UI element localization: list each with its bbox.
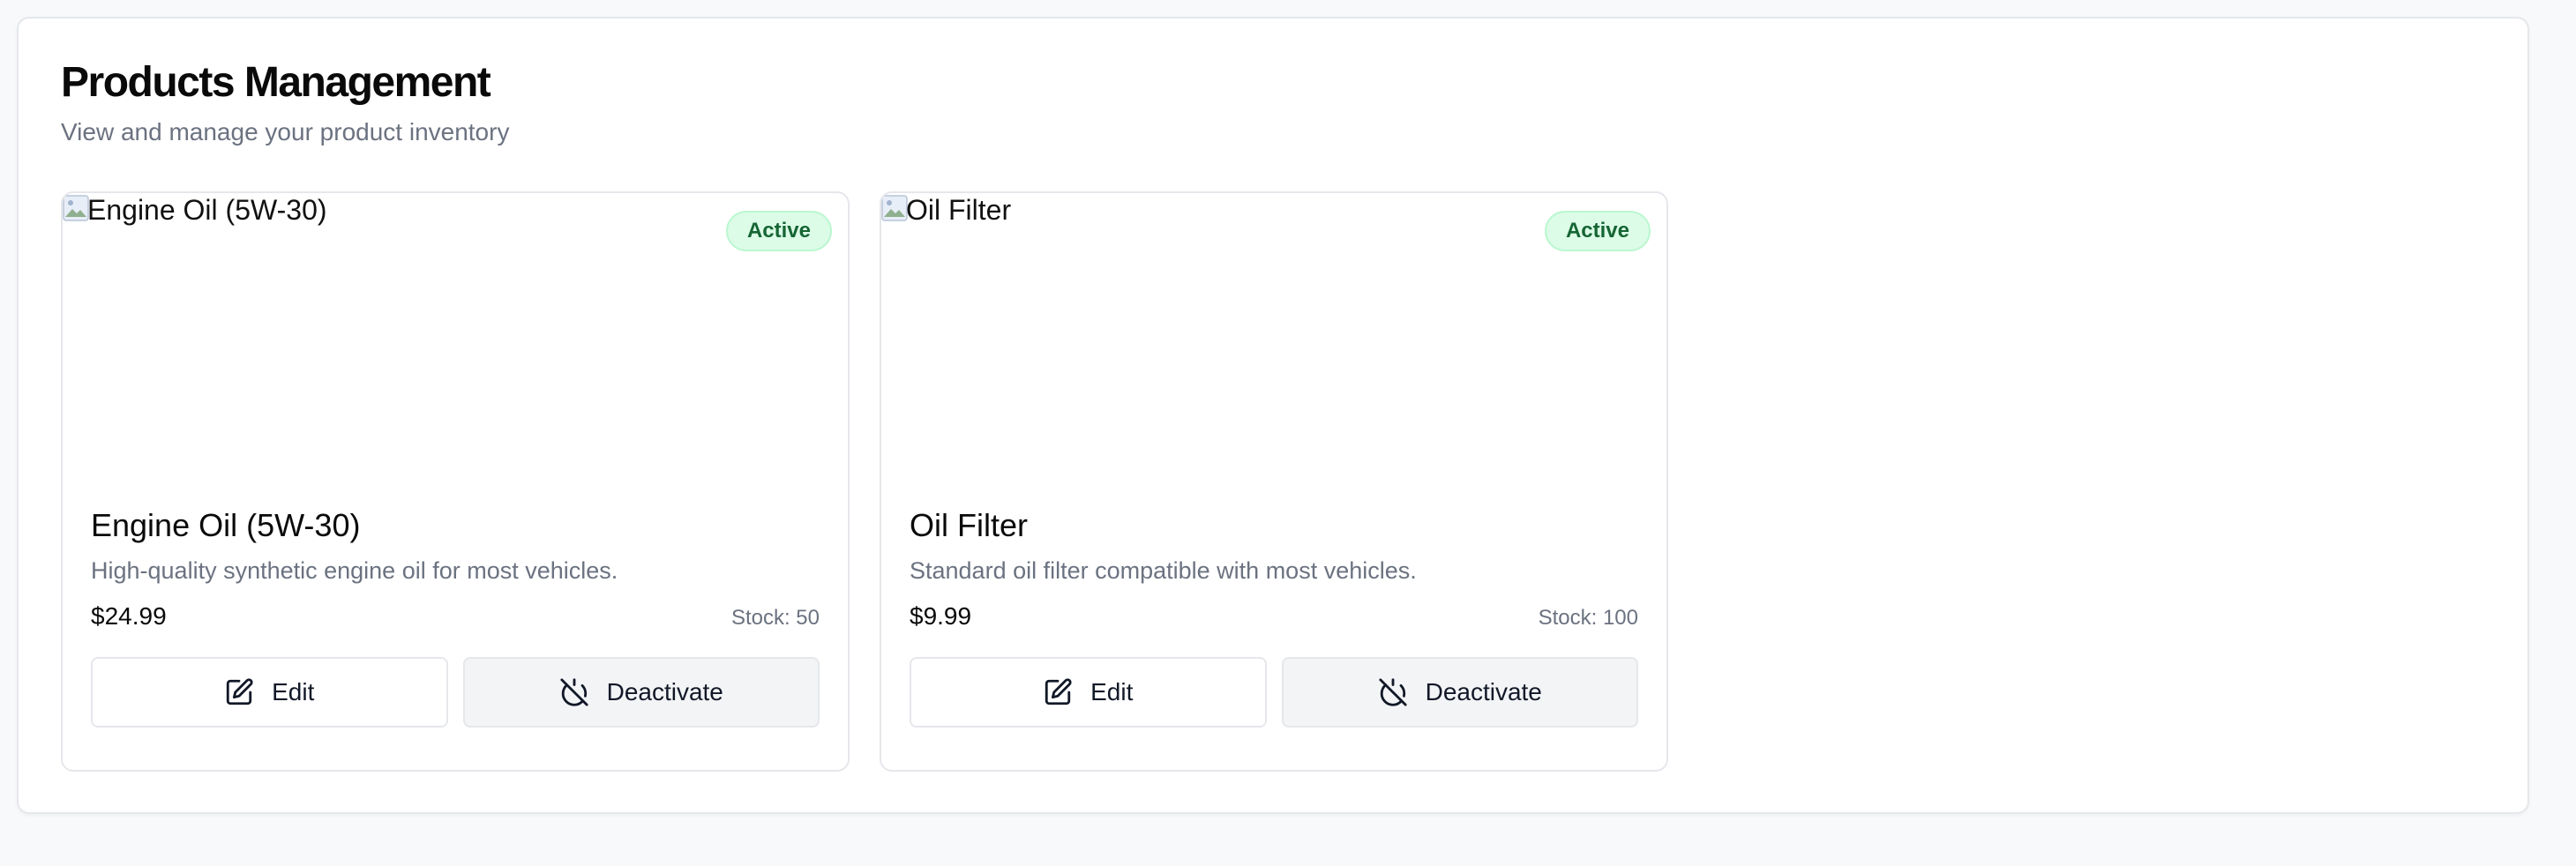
page-subtitle: View and manage your product inventory bbox=[61, 118, 510, 146]
broken-image-placeholder: Engine Oil (5W-30) bbox=[63, 193, 327, 227]
product-actions: Edit Deactivate bbox=[910, 656, 1638, 728]
product-stock: Stock: 100 bbox=[1538, 605, 1638, 630]
product-meta-row: $24.99 Stock: 50 bbox=[91, 602, 820, 631]
product-card: Engine Oil (5W-30) Active Engine Oil (5W… bbox=[61, 191, 850, 772]
product-description: Standard oil filter compatible with most… bbox=[910, 556, 1417, 584]
product-actions: Edit Deactivate bbox=[91, 656, 820, 728]
product-grid: Engine Oil (5W-30) Active Engine Oil (5W… bbox=[61, 191, 1668, 772]
product-card-body: Engine Oil (5W-30) High-quality syntheti… bbox=[91, 505, 820, 728]
deactivate-button-label: Deactivate bbox=[1425, 677, 1542, 705]
products-panel: Products Management View and manage your… bbox=[17, 17, 2529, 814]
edit-button[interactable]: Edit bbox=[91, 656, 448, 728]
power-off-icon bbox=[559, 677, 589, 707]
edit-button-label: Edit bbox=[1090, 677, 1134, 705]
edit-button-label: Edit bbox=[272, 677, 315, 705]
broken-image-placeholder: Oil Filter bbox=[881, 193, 1011, 227]
product-card-body: Oil Filter Standard oil filter compatibl… bbox=[910, 505, 1638, 728]
product-image: Engine Oil (5W-30) Active bbox=[63, 193, 848, 484]
pencil-square-icon bbox=[224, 677, 254, 707]
deactivate-button[interactable]: Deactivate bbox=[1281, 656, 1638, 728]
page-title: Products Management bbox=[61, 59, 491, 106]
deactivate-button-label: Deactivate bbox=[606, 677, 723, 705]
product-card: Oil Filter Active Oil Filter Standard oi… bbox=[880, 191, 1668, 772]
product-meta-row: $9.99 Stock: 100 bbox=[910, 602, 1638, 631]
product-price: $24.99 bbox=[91, 601, 167, 630]
power-off-icon bbox=[1378, 677, 1408, 707]
pencil-square-icon bbox=[1043, 677, 1073, 707]
product-stock: Stock: 50 bbox=[730, 605, 820, 630]
product-name: Oil Filter bbox=[910, 507, 1028, 543]
product-price: $9.99 bbox=[910, 601, 972, 630]
status-badge: Active bbox=[725, 211, 832, 251]
image-alt-text: Oil Filter bbox=[906, 194, 1012, 226]
status-badge: Active bbox=[1544, 211, 1651, 251]
edit-button[interactable]: Edit bbox=[910, 656, 1267, 728]
deactivate-button[interactable]: Deactivate bbox=[462, 656, 820, 728]
image-alt-text: Engine Oil (5W-30) bbox=[87, 194, 327, 226]
broken-image-icon bbox=[881, 195, 908, 221]
product-description: High-quality synthetic engine oil for mo… bbox=[91, 556, 618, 584]
product-name: Engine Oil (5W-30) bbox=[91, 507, 361, 543]
broken-image-icon bbox=[63, 195, 89, 221]
product-image: Oil Filter Active bbox=[881, 193, 1666, 484]
